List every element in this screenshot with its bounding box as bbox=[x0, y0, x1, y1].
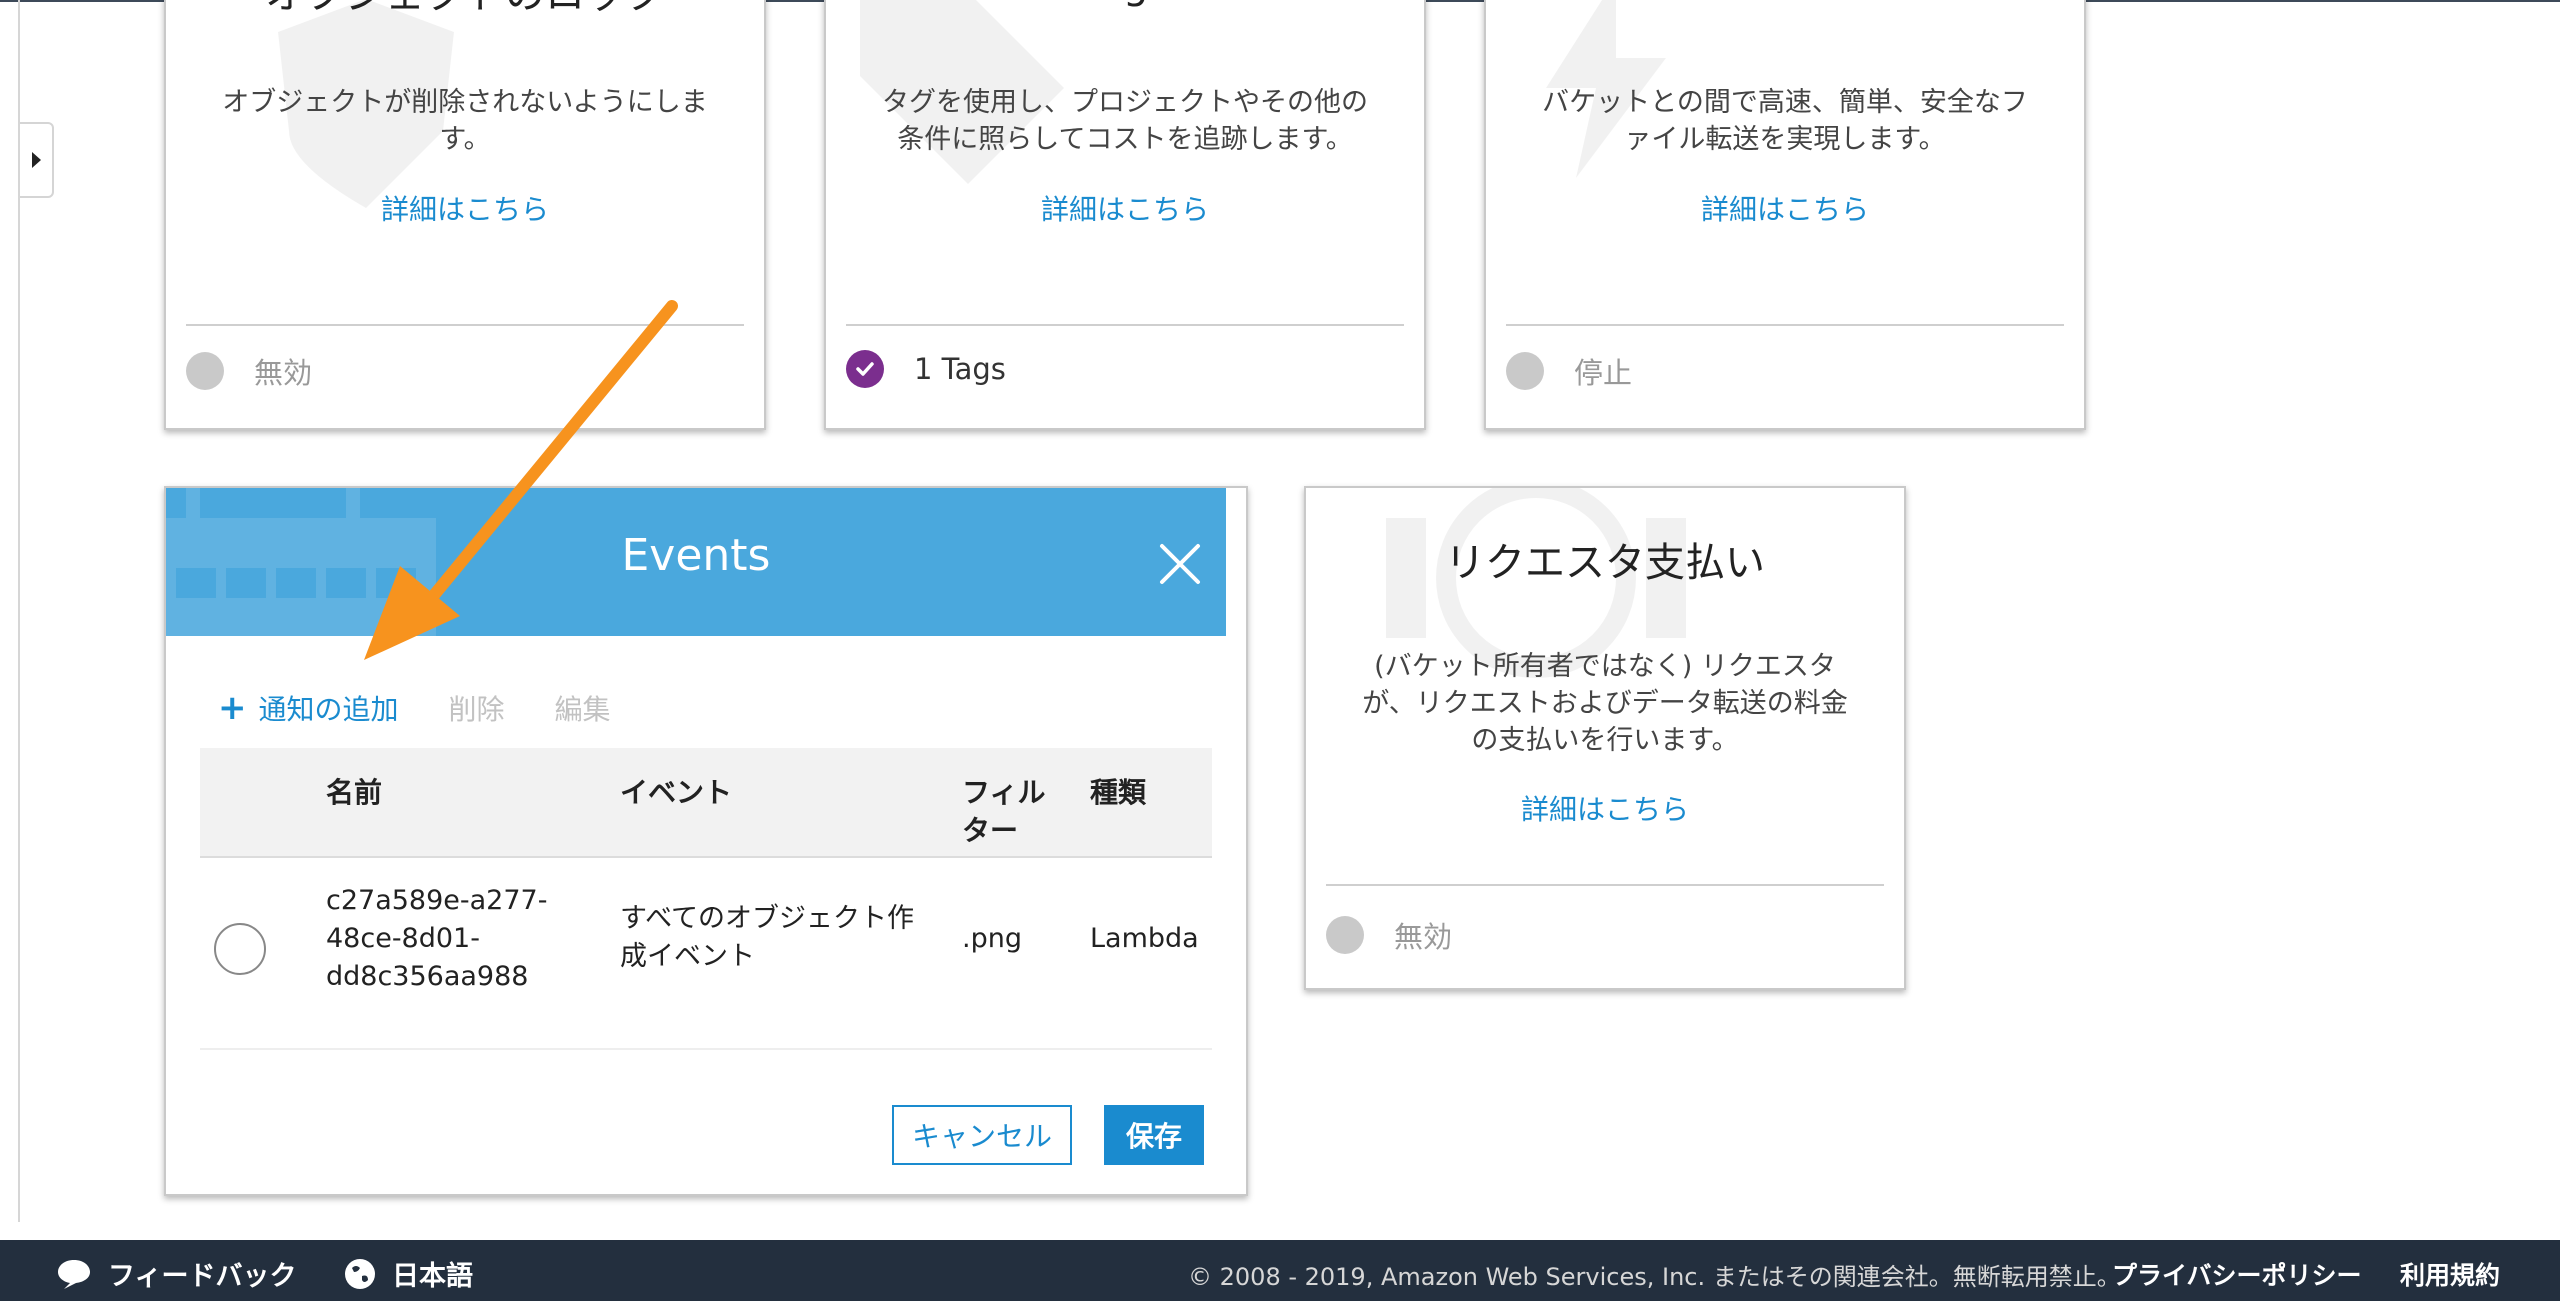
globe-icon bbox=[345, 1258, 375, 1289]
orange-arrow-annotation bbox=[364, 300, 678, 660]
language-label: 日本語 bbox=[392, 1261, 473, 1292]
privacy-policy-link[interactable]: プライバシーポリシー bbox=[2112, 1256, 2362, 1292]
feedback-button[interactable]: フィードバック bbox=[56, 1254, 296, 1293]
terms-link[interactable]: 利用規約 bbox=[2400, 1256, 2500, 1292]
language-selector[interactable]: 日本語 bbox=[344, 1254, 473, 1293]
feedback-label: フィードバック bbox=[108, 1261, 297, 1292]
speech-bubble-icon bbox=[58, 1259, 90, 1289]
copyright-text: © 2008 - 2019, Amazon Web Services, Inc.… bbox=[1188, 1263, 2121, 1291]
footer: フィードバック 日本語 © 2008 - 2019, Amazon Web Se… bbox=[0, 1240, 2560, 1301]
